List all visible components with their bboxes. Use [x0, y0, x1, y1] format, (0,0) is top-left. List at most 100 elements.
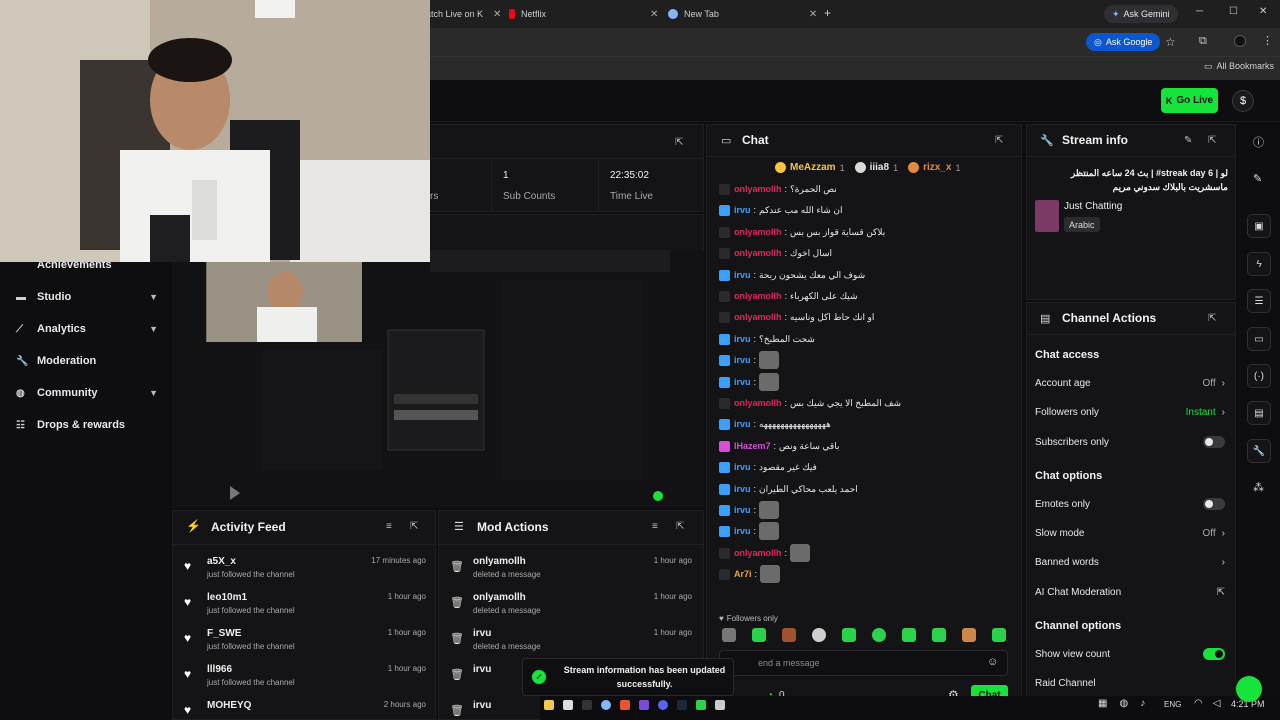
- chat-username[interactable]: onlyamollh: [734, 184, 782, 194]
- sidebar-item-studio[interactable]: ▬ Studio ▼: [16, 287, 158, 307]
- follower-name[interactable]: MOHEYQ: [207, 700, 251, 711]
- top-chatter[interactable]: rizx_x 1: [908, 162, 960, 173]
- moderator-name[interactable]: irvu: [473, 628, 541, 639]
- edit-icon[interactable]: ✎: [1184, 135, 1192, 146]
- emote-icon[interactable]: [902, 628, 916, 642]
- chat-username[interactable]: irvu: [734, 377, 751, 387]
- mic-icon[interactable]: ♪: [1140, 698, 1145, 709]
- all-bookmarks[interactable]: ▭ All Bookmarks: [1204, 61, 1274, 72]
- go-live-button[interactable]: K Go Live: [1161, 88, 1218, 113]
- category-thumbnail[interactable]: [1035, 200, 1059, 232]
- popout-icon[interactable]: ⇱: [675, 134, 683, 148]
- followers-only-row[interactable]: Followers only Instant ›: [1035, 403, 1225, 421]
- emote-icon[interactable]: [812, 628, 826, 642]
- rail-button[interactable]: ϟ: [1247, 252, 1271, 276]
- sidebar-item-drops[interactable]: ☷ Drops & rewards: [16, 415, 158, 435]
- chat-username[interactable]: lHazem7: [734, 441, 771, 451]
- popout-icon[interactable]: ⇱: [1208, 135, 1216, 146]
- subscribers-only-toggle[interactable]: [1203, 436, 1225, 448]
- file-explorer-icon[interactable]: [544, 700, 554, 710]
- emote-icon[interactable]: [842, 628, 856, 642]
- show-view-count-toggle[interactable]: [1203, 648, 1225, 660]
- close-window-icon[interactable]: ✕: [1259, 6, 1267, 17]
- ai-moderation-row[interactable]: AI Chat Moderation ⇱: [1035, 583, 1225, 601]
- ask-gemini-button[interactable]: ✦ Ask Gemini: [1104, 5, 1178, 23]
- share-icon[interactable]: ⁂: [1253, 481, 1264, 494]
- obs-icon[interactable]: [715, 700, 725, 710]
- language-indicator[interactable]: ENG: [1164, 700, 1181, 709]
- maximize-icon[interactable]: ☐: [1229, 6, 1238, 17]
- popout-icon[interactable]: ⇱: [410, 521, 418, 532]
- emote-icon[interactable]: [932, 628, 946, 642]
- top-chatter[interactable]: MeAzzam 1: [775, 162, 845, 173]
- discord-icon[interactable]: [658, 700, 668, 710]
- chat-username[interactable]: onlyamollh: [734, 548, 782, 558]
- popout-icon[interactable]: ⇱: [995, 135, 1003, 146]
- chat-username[interactable]: irvu: [734, 526, 751, 536]
- account-age-row[interactable]: Account age Off ›: [1035, 374, 1225, 392]
- chat-username[interactable]: onlyamollh: [734, 248, 782, 258]
- chat-username[interactable]: onlyamollh: [734, 398, 782, 408]
- close-icon[interactable]: ✕: [493, 9, 501, 20]
- app-icon[interactable]: [582, 700, 592, 710]
- plus-icon[interactable]: +: [824, 6, 831, 20]
- chat-username[interactable]: irvu: [734, 270, 751, 280]
- emotes-only-toggle[interactable]: [1203, 498, 1225, 510]
- emote-icon[interactable]: [992, 628, 1006, 642]
- chat-username[interactable]: onlyamollh: [734, 312, 782, 322]
- rail-button[interactable]: ▤: [1247, 401, 1271, 425]
- emote-icon[interactable]: [962, 628, 976, 642]
- tab-new[interactable]: New Tab ✕: [668, 6, 817, 22]
- rail-button[interactable]: 🔧: [1247, 439, 1271, 463]
- slow-mode-row[interactable]: Slow mode Off ›: [1035, 524, 1225, 542]
- chrome-icon[interactable]: [601, 700, 611, 710]
- banned-words-row[interactable]: Banned words ›: [1035, 553, 1225, 571]
- calendar-icon[interactable]: [563, 700, 573, 710]
- minimize-icon[interactable]: ─: [1196, 6, 1203, 17]
- chat-username[interactable]: irvu: [734, 462, 751, 472]
- app-icon[interactable]: [696, 700, 706, 710]
- edit-icon[interactable]: ✎: [1253, 172, 1262, 185]
- follower-name[interactable]: leo10m1: [207, 592, 295, 603]
- chat-username[interactable]: irvu: [734, 205, 751, 215]
- tab-kick[interactable]: atch Live on K ✕: [426, 6, 501, 22]
- follower-name[interactable]: a5X_x: [207, 556, 295, 567]
- profile-avatar[interactable]: [1234, 35, 1246, 47]
- sidebar-item-community[interactable]: ◍ Community ▼: [16, 383, 158, 403]
- filter-icon[interactable]: ≡: [652, 521, 658, 532]
- chat-username[interactable]: Ar7i: [734, 569, 752, 579]
- menu-icon[interactable]: ⋮: [1262, 34, 1273, 47]
- chat-username[interactable]: irvu: [734, 505, 751, 515]
- volume-icon[interactable]: ◁: [1213, 698, 1221, 709]
- close-icon[interactable]: ✕: [650, 9, 658, 20]
- brave-icon[interactable]: [620, 700, 630, 710]
- moderator-name[interactable]: irvu: [473, 700, 491, 711]
- chat-username[interactable]: onlyamollh: [734, 227, 782, 237]
- follower-name[interactable]: F_SWE: [207, 628, 295, 639]
- close-icon[interactable]: ✕: [809, 9, 817, 20]
- emote-icon[interactable]: [722, 628, 736, 642]
- chat-username[interactable]: irvu: [734, 334, 751, 344]
- ask-google-button[interactable]: ◎ Ask Google: [1086, 33, 1161, 51]
- rail-button[interactable]: ▭: [1247, 327, 1271, 351]
- emote-icon[interactable]: [872, 628, 886, 642]
- rail-button[interactable]: ▣: [1247, 214, 1271, 238]
- moderator-name[interactable]: onlyamollh: [473, 592, 541, 603]
- emote-icon[interactable]: [752, 628, 766, 642]
- steam-icon[interactable]: [677, 700, 687, 710]
- emoji-icon[interactable]: ☺: [987, 656, 998, 668]
- top-chatter[interactable]: iiia8 1: [854, 162, 898, 173]
- app-icon[interactable]: [639, 700, 649, 710]
- moderator-name[interactable]: irvu: [473, 664, 491, 675]
- chat-username[interactable]: irvu: [734, 419, 751, 429]
- chat-username[interactable]: irvu: [734, 484, 751, 494]
- wallet-button[interactable]: $: [1232, 90, 1254, 112]
- fab-button[interactable]: [1236, 676, 1262, 702]
- chat-username[interactable]: onlyamollh: [734, 291, 782, 301]
- stream-category[interactable]: Just Chatting: [1064, 201, 1122, 212]
- follower-name[interactable]: lll966: [207, 664, 295, 675]
- rail-button[interactable]: (·): [1247, 364, 1271, 388]
- info-icon[interactable]: ⓘ: [1253, 134, 1264, 150]
- star-icon[interactable]: ☆: [1165, 35, 1176, 49]
- raid-channel-row[interactable]: Raid Channel: [1035, 674, 1225, 692]
